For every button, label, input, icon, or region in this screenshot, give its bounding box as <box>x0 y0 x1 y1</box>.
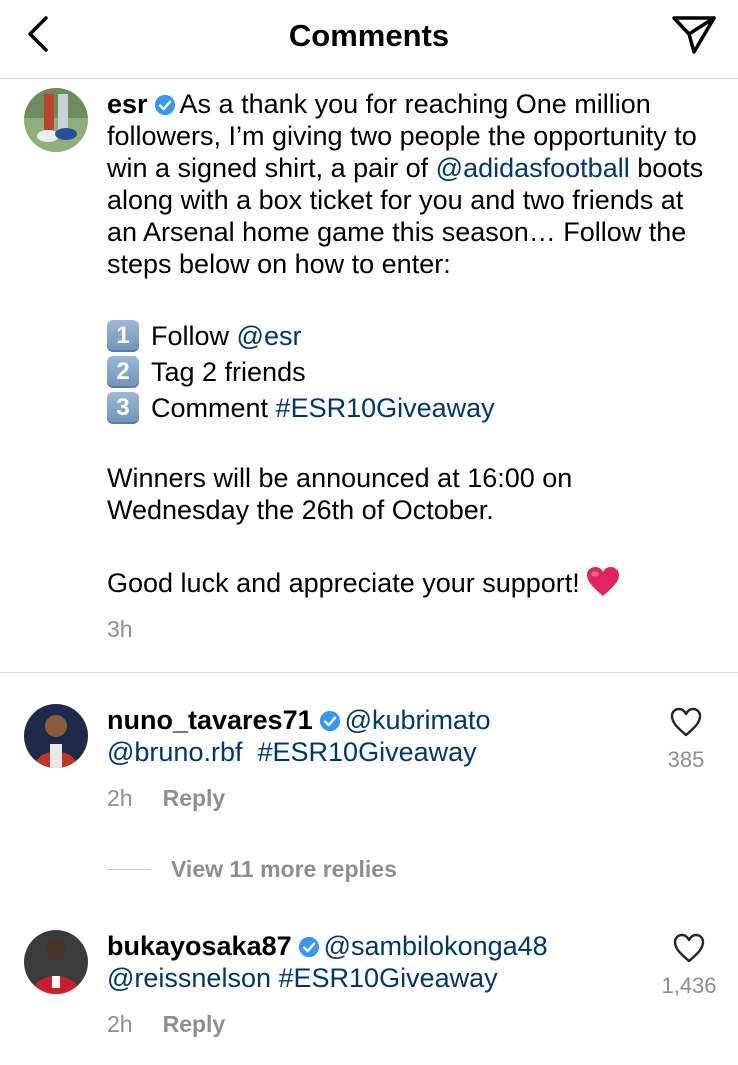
step-item: 3 Comment #ESR10Giveaway <box>107 390 717 426</box>
verified-badge-icon <box>319 710 340 732</box>
comment: nuno_tavares71 @kubrimato @bruno.rbf #ESR… <box>107 704 647 814</box>
comment-meta: 2h Reply <box>107 1008 647 1040</box>
caption-time: 3h <box>107 616 133 642</box>
paper-plane-icon <box>672 16 716 54</box>
comment-time: 2h <box>107 1011 133 1037</box>
caption-username[interactable]: esr <box>107 89 148 119</box>
mention-link[interactable]: @esr <box>237 320 302 352</box>
top-bar: Comments <box>0 0 738 79</box>
reply-button[interactable]: Reply <box>163 1011 226 1037</box>
share-button[interactable] <box>670 12 718 56</box>
divider <box>0 672 738 673</box>
like-group: 1,436 <box>654 933 724 999</box>
divider-line <box>107 869 151 870</box>
view-more-replies-button[interactable]: View 11 more replies <box>107 856 397 883</box>
page-title: Comments <box>288 18 450 53</box>
like-count: 385 <box>667 747 705 772</box>
avatar[interactable] <box>24 930 88 994</box>
like-group: 385 <box>656 707 716 773</box>
verified-badge-icon <box>154 94 175 116</box>
closing-line: Good luck and appreciate your support! <box>107 566 717 599</box>
comment-time: 2h <box>107 785 133 811</box>
step-text: Follow <box>151 321 230 351</box>
hashtag-link[interactable]: #ESR10Giveaway <box>279 963 498 993</box>
keycap-2-icon: 2 <box>107 356 139 388</box>
mention-link[interactable]: @kubrimato <box>345 705 491 735</box>
hashtag-link[interactable]: #ESR10Giveaway <box>258 737 477 767</box>
red-heart-emoji <box>586 567 619 596</box>
step-item: 1 Follow @esr <box>107 318 717 354</box>
comment-username[interactable]: bukayosaka87 <box>107 931 292 961</box>
keycap-1-icon: 1 <box>107 320 139 352</box>
winners-text: Winners will be announced at 16:00 on We… <box>107 463 573 525</box>
verified-badge-icon <box>298 936 319 958</box>
view-replies-label: View 11 more replies <box>171 856 397 882</box>
step-text: Comment <box>151 393 269 423</box>
comment: bukayosaka87 @sambilokonga48 @reissnelson… <box>107 930 647 1040</box>
heart-outline-icon[interactable] <box>673 933 705 963</box>
closing-text: Good luck and appreciate your support! <box>107 568 580 598</box>
avatar[interactable] <box>24 704 88 768</box>
heart-outline-icon[interactable] <box>670 707 702 737</box>
hashtag-link[interactable]: #ESR10Giveaway <box>276 392 495 424</box>
mention-link[interactable]: @adidasfootball <box>436 153 630 183</box>
like-count: 1,436 <box>661 973 717 998</box>
mention-link[interactable]: @reissnelson <box>107 963 271 993</box>
comment-meta: 2h Reply <box>107 782 647 814</box>
mention-link[interactable]: @bruno.rbf <box>107 737 242 767</box>
post-caption: esr As a thank you for reaching One milli… <box>107 88 717 645</box>
avatar[interactable] <box>24 88 88 152</box>
step-item: 2 Tag 2 friends <box>107 354 717 390</box>
caption-body: esr As a thank you for reaching One milli… <box>107 88 717 280</box>
comment-username[interactable]: nuno_tavares71 <box>107 705 313 735</box>
mention-link[interactable]: @sambilokonga48 <box>324 931 548 961</box>
reply-button[interactable]: Reply <box>163 785 226 811</box>
keycap-3-icon: 3 <box>107 392 139 424</box>
step-text: Tag 2 friends <box>151 357 306 387</box>
